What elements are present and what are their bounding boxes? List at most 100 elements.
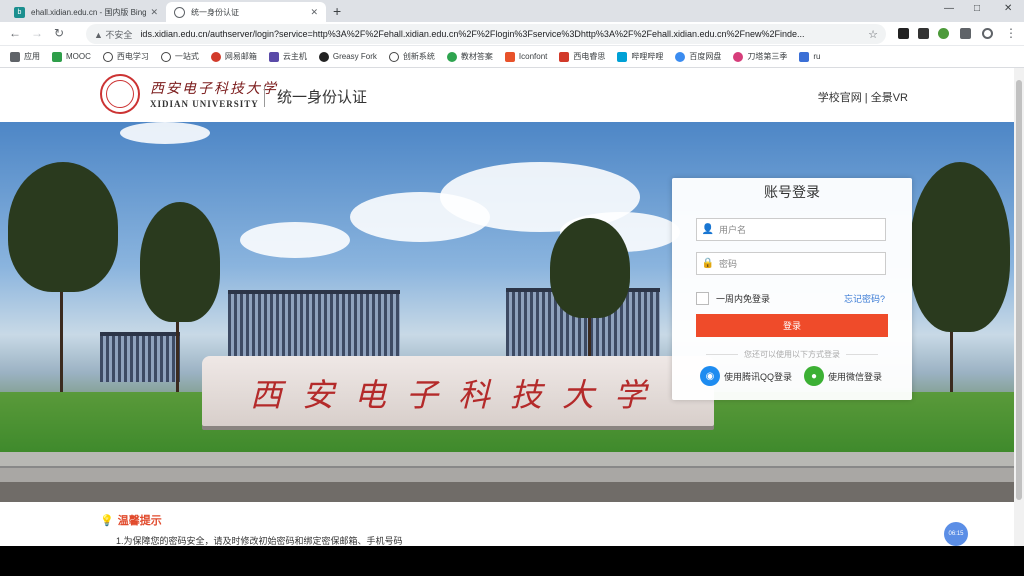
bookmark-bilibili[interactable]: 哔哩哔哩 — [617, 51, 663, 62]
wechat-icon — [446, 51, 457, 62]
extension-box-icon[interactable] — [918, 28, 929, 39]
back-arrow-icon[interactable]: ← — [8, 26, 22, 40]
insecure-indicator[interactable]: ▲ 不安全 — [94, 28, 132, 41]
bookmark-greasy-fork[interactable]: Greasy Fork — [318, 51, 377, 62]
tab-auth[interactable]: 统一身份认证 ✕ — [166, 2, 326, 22]
bookmark-label: 一站式 — [174, 52, 199, 61]
bookmark-baidu-pan[interactable]: 百度网盘 — [675, 51, 721, 62]
bookmark-xidian-study[interactable]: 西电学习 — [102, 51, 149, 62]
notice-title: 温馨提示 — [117, 515, 162, 527]
greasy-fork-icon — [318, 51, 329, 62]
insecure-label: 不安全 — [105, 29, 133, 40]
pine-tree — [8, 162, 118, 292]
panorama-vr-link[interactable]: 全景VR — [871, 92, 908, 104]
pine-tree — [140, 202, 220, 322]
forward-arrow-icon[interactable]: → — [30, 26, 44, 40]
floating-timer-badge[interactable]: 06:15 — [944, 522, 968, 546]
bookmark-innovation[interactable]: 创新系统 — [388, 51, 435, 62]
extension-play-icon[interactable] — [898, 28, 909, 39]
bookmark-iconfont[interactable]: Iconfont — [504, 51, 547, 62]
cloud-shape — [120, 122, 210, 144]
login-button[interactable]: 登录 — [696, 314, 888, 337]
url-text[interactable]: ids.xidian.edu.cn/authserver/login?servi… — [140, 29, 862, 39]
login-panel: 账号登录 👤 🔒 一周内免登录 忘记密码? 登录 您还可以使用以下方式登录 ◉ … — [672, 178, 912, 400]
bookmark-rs-xidian[interactable]: 西电睿思 — [559, 51, 605, 62]
bottom-black-bar — [0, 546, 1024, 576]
profile-avatar-icon[interactable] — [982, 28, 993, 39]
university-seal-icon — [100, 74, 140, 114]
scrollbar-thumb[interactable] — [1016, 80, 1022, 500]
wechat-login-button[interactable]: ● 使用微信登录 — [804, 366, 882, 386]
close-window-button[interactable]: ✕ — [1004, 3, 1012, 14]
campus-building — [100, 332, 180, 382]
maximize-button[interactable]: □ — [974, 3, 980, 14]
mooc-icon — [52, 51, 62, 62]
wechat-icon: ● — [804, 366, 824, 386]
iconfont-icon — [504, 51, 515, 62]
login-title: 账号登录 — [764, 184, 820, 200]
qq-login-button[interactable]: ◉ 使用腾讯QQ登录 — [700, 366, 792, 386]
bookmark-label: 哔哩哔哩 — [631, 52, 664, 61]
bookmark-label: ru — [813, 52, 821, 61]
forgot-password-link[interactable]: 忘记密码? — [844, 292, 885, 305]
browser-toolbar: ← → ↻ ▲ 不安全 ids.xidian.edu.cn/authserver… — [0, 22, 1024, 46]
user-icon: 👤 — [701, 224, 715, 235]
university-name-cn: 西安电子科技大学 — [150, 81, 278, 97]
bookmark-label: 应用 — [24, 52, 40, 61]
remember-label: 一周内免登录 — [716, 294, 771, 304]
netease-icon — [210, 51, 221, 62]
remember-me[interactable]: 一周内免登录 — [696, 292, 770, 305]
flower-icon — [733, 51, 744, 62]
rs-icon — [559, 51, 570, 62]
bookmark-cloud-host[interactable]: 云主机 — [268, 51, 307, 62]
bookmark-mooc[interactable]: MOOC — [52, 51, 91, 62]
bookmark-netease-mail[interactable]: 网易邮箱 — [210, 51, 257, 62]
extension-leaf-icon[interactable] — [938, 28, 949, 39]
extensions-puzzle-icon[interactable] — [960, 28, 971, 39]
page-viewport: 西安电子科技大学 XIDIAN UNIVERSITY 统一身份认证 学校官网 |… — [0, 68, 1014, 546]
notice-section: 💡 温馨提示 1.为保障您的密码安全，请及时修改初始密码和绑定密保邮箱、手机号码 — [100, 512, 403, 547]
tab-bing[interactable]: b ehall.xidian.edu.cn - 国内版 Bing ✕ — [6, 2, 166, 22]
pine-tree — [550, 218, 630, 318]
cloud-host-icon — [268, 51, 279, 62]
globe-icon — [388, 51, 399, 62]
remember-checkbox[interactable] — [696, 292, 709, 305]
username-field[interactable]: 👤 — [696, 218, 886, 241]
stone-inscription: 西安电子科技大学 — [249, 376, 666, 414]
bookmark-dota-s3[interactable]: 刀塔第三季 — [733, 51, 787, 62]
reload-icon[interactable]: ↻ — [52, 26, 66, 40]
system-title: 统一身份认证 — [277, 89, 368, 106]
minimize-button[interactable]: — — [944, 3, 954, 14]
warning-icon: ▲ — [94, 29, 106, 40]
bookmark-ru[interactable]: ru — [799, 51, 821, 62]
lightbulb-icon: 💡 — [100, 514, 114, 527]
tab-title: 统一身份认证 — [191, 7, 239, 17]
bookmark-label: 西电睿思 — [573, 52, 606, 61]
bookmark-label: 网易邮箱 — [224, 52, 257, 61]
username-input[interactable] — [719, 219, 885, 240]
notice-item: 1.为保障您的密码安全，请及时修改初始密码和绑定密保邮箱、手机号码 — [116, 536, 403, 546]
close-tab-icon[interactable]: ✕ — [150, 7, 158, 18]
globe-favicon-icon — [174, 6, 185, 18]
bookmarks-bar: 应用 MOOC 西电学习 一站式 网易邮箱 云主机 Greasy Fork 创新… — [0, 46, 1024, 68]
password-input[interactable] — [719, 253, 885, 274]
bilibili-icon — [617, 51, 628, 62]
qq-icon: ◉ — [700, 366, 720, 386]
header-links: 学校官网 | 全景VR — [818, 89, 908, 105]
school-site-link[interactable]: 学校官网 — [818, 92, 862, 104]
alt-login-label: 您还可以使用以下方式登录 — [672, 349, 912, 360]
menu-kebab-icon[interactable]: ⋮ — [1004, 26, 1018, 40]
address-bar[interactable]: ▲ 不安全 ids.xidian.edu.cn/authserver/login… — [86, 24, 886, 44]
bookmark-label: 云主机 — [282, 52, 307, 61]
bookmark-apps[interactable]: 应用 — [10, 51, 40, 62]
wechat-login-label: 使用微信登录 — [828, 371, 883, 382]
password-field[interactable]: 🔒 — [696, 252, 886, 275]
bookmark-star-icon[interactable]: ☆ — [868, 28, 878, 41]
new-tab-button[interactable]: + — [333, 3, 341, 19]
bookmark-one-stop[interactable]: 一站式 — [160, 51, 199, 62]
page-scrollbar[interactable] — [1014, 68, 1024, 546]
close-tab-icon[interactable]: ✕ — [310, 7, 318, 18]
site-header: 西安电子科技大学 XIDIAN UNIVERSITY 统一身份认证 学校官网 |… — [0, 68, 1014, 122]
bookmark-label: MOOC — [66, 52, 91, 61]
bookmark-textbook-answers[interactable]: 教材答案 — [446, 51, 493, 62]
